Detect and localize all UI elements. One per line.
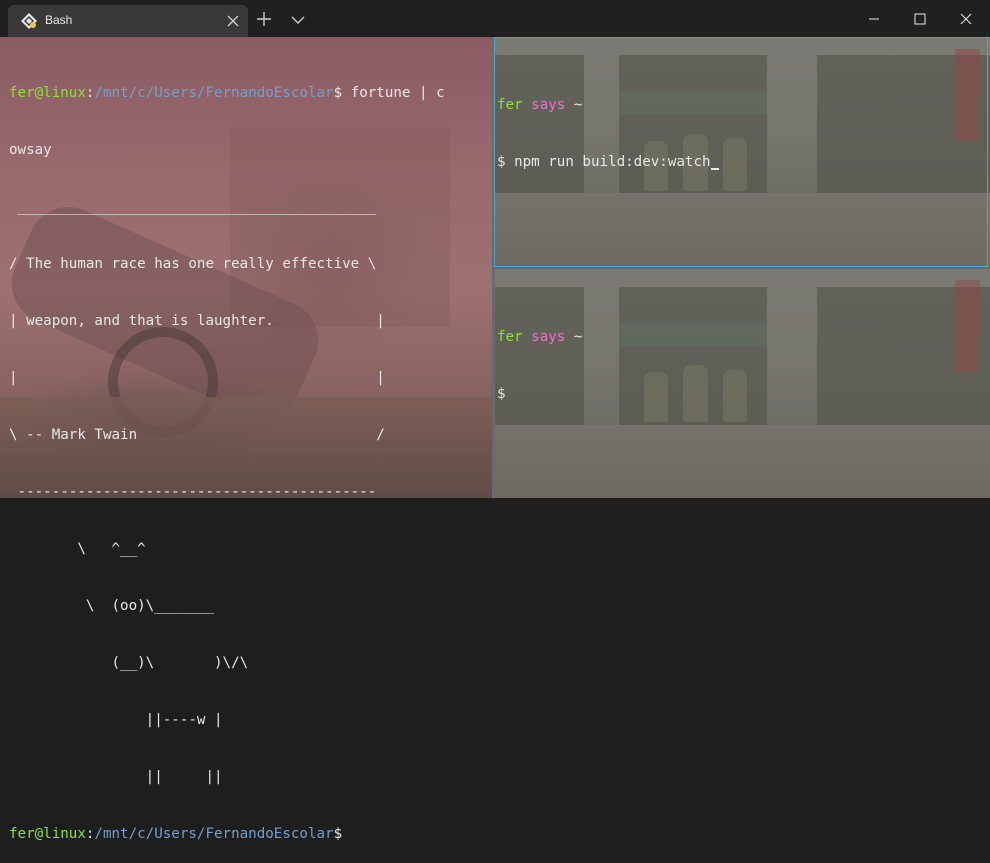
minimize-button[interactable] xyxy=(851,0,897,37)
maximize-button[interactable] xyxy=(897,0,943,37)
cowsay-line: ________________________________________… xyxy=(9,199,377,215)
background-street xyxy=(495,424,990,498)
prompt-path: /mnt/c/Users/FernandoEscolar xyxy=(94,826,334,842)
cowsay-line: / The human race has one really effectiv… xyxy=(9,256,377,272)
maximize-icon xyxy=(914,13,926,25)
prompt-user: fer@linux xyxy=(9,826,86,842)
plus-icon[interactable] xyxy=(256,11,272,27)
prompt-sep: : xyxy=(85,826,95,842)
prompt-dollar: $ xyxy=(497,386,506,402)
chevron-down-icon[interactable] xyxy=(290,12,306,28)
prompt-line: fer says ~ xyxy=(497,96,719,115)
cowsay-line: ----------------------------------------… xyxy=(9,484,377,500)
background-sign xyxy=(955,280,981,373)
prompt-line: fer says ~ xyxy=(497,328,582,347)
prompt-tilde: ~ xyxy=(573,329,583,345)
tab-title: Bash xyxy=(45,13,73,27)
close-window-button[interactable] xyxy=(943,0,989,37)
cowsay-line: \ (oo)\_______ xyxy=(9,598,214,614)
background-figure xyxy=(643,372,669,423)
command-text: npm run build:dev:watch xyxy=(505,154,711,170)
prompt-dollar: $ xyxy=(333,826,343,842)
background-figure xyxy=(722,138,748,192)
terminal-output-left: fer@linux:/mnt/c/Users/FernandoEscolar$ … xyxy=(9,46,445,863)
cowsay-line: \ -- Mark Twain / xyxy=(9,427,385,443)
linux-penguin-icon xyxy=(21,13,37,29)
prompt-name: fer xyxy=(497,97,523,113)
prompt-line: fer@linux:/mnt/c/Users/FernandoEscolar$ xyxy=(9,825,445,844)
minimize-icon xyxy=(869,18,879,20)
tab-bash[interactable]: Bash xyxy=(8,5,248,37)
cowsay-line: | | xyxy=(9,370,385,386)
background-street xyxy=(495,193,990,267)
prompt-path: /mnt/c/Users/FernandoEscolar xyxy=(94,85,334,101)
prompt-says: says xyxy=(531,329,566,345)
text-cursor xyxy=(710,168,719,170)
prompt-dollar: $ xyxy=(333,85,343,101)
background-awning xyxy=(618,323,768,347)
prompt-line: fer@linux:/mnt/c/Users/FernandoEscolar$ … xyxy=(9,84,445,103)
background-sign xyxy=(955,48,981,141)
cowsay-line: ||----w | xyxy=(9,712,223,728)
prompt-dollar: $ xyxy=(497,154,506,170)
close-icon[interactable] xyxy=(224,12,242,30)
cowsay-line: || || xyxy=(9,769,223,785)
cowsay-line: (__)\ )\/\ xyxy=(9,655,249,671)
command-line: $ npm run build:dev:watch xyxy=(497,153,719,172)
prompt-tilde: ~ xyxy=(573,97,583,113)
command-line: $ xyxy=(497,385,582,404)
background-figure xyxy=(722,369,748,423)
terminal-output-right-top: fer says ~ $ npm run build:dev:watch xyxy=(497,58,719,191)
cowsay-line: | weapon, and that is laughter. | xyxy=(9,313,385,329)
prompt-user: fer@linux xyxy=(9,85,86,101)
command-text: fortune | c xyxy=(342,85,445,101)
prompt-says: says xyxy=(531,97,566,113)
close-icon xyxy=(960,13,972,25)
cowsay-line: \ ^__^ xyxy=(9,541,146,557)
terminal-output-right-bottom: fer says ~ $ xyxy=(497,290,582,423)
background-figure xyxy=(683,365,708,423)
prompt-name: fer xyxy=(497,329,523,345)
command-wrap-line: owsay xyxy=(9,142,52,158)
title-bar: Bash xyxy=(0,0,990,37)
